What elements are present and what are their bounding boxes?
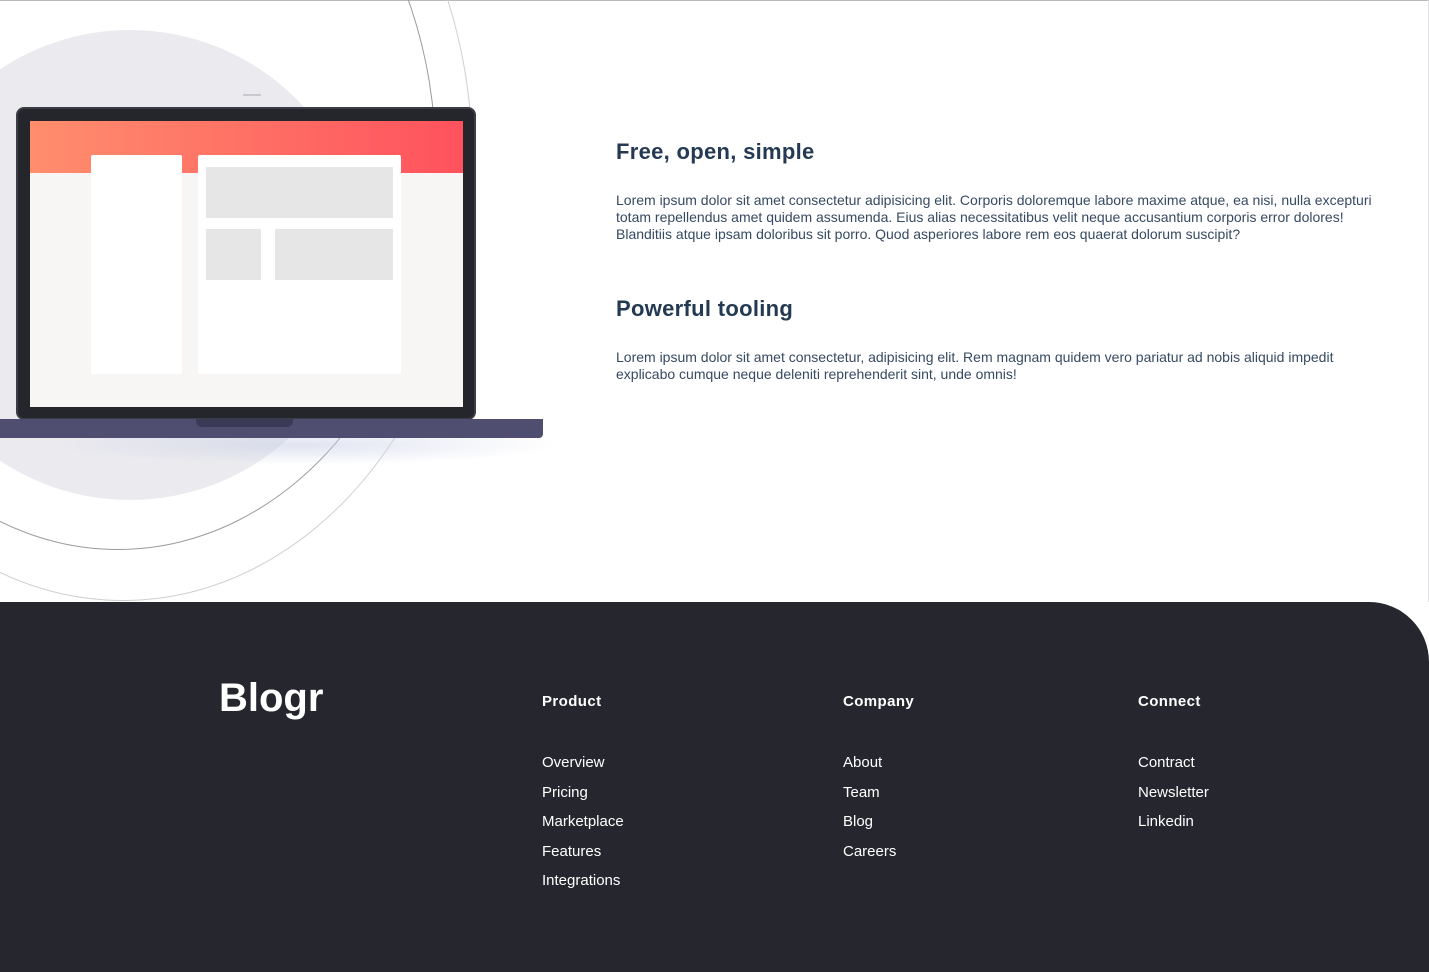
footer-link-about[interactable]: About xyxy=(843,754,882,771)
feature-free-open-simple: Free, open, simple Lorem ipsum dolor sit… xyxy=(616,139,1376,243)
footer-link-list: Overview Pricing Marketplace Features In… xyxy=(542,754,624,902)
footer-column-heading: Connect xyxy=(1138,693,1201,710)
footer-column-heading: Product xyxy=(542,693,602,710)
screen-wide-block xyxy=(206,167,393,218)
site-footer: Blogr Product Overview Pricing Marketpla… xyxy=(0,602,1429,972)
footer-link-item: Newsletter xyxy=(1138,784,1209,814)
footer-link-pricing[interactable]: Pricing xyxy=(542,784,588,801)
screen-sidebar-card xyxy=(91,155,182,374)
laptop-screen xyxy=(30,121,463,407)
screen-medium-block xyxy=(275,229,393,280)
footer-link-features[interactable]: Features xyxy=(542,843,601,860)
footer-column-connect: Connect Contract Newsletter Linkedin xyxy=(1138,693,1209,831)
footer-link-team[interactable]: Team xyxy=(843,784,880,801)
feature-description: Lorem ipsum dolor sit amet consectetur, … xyxy=(616,349,1334,382)
laptop-lid xyxy=(16,107,476,420)
footer-link-linkedin[interactable]: Linkedin xyxy=(1138,813,1194,830)
footer-link-newsletter[interactable]: Newsletter xyxy=(1138,784,1209,801)
page: Free, open, simple Lorem ipsum dolor sit… xyxy=(0,0,1429,972)
footer-link-item: Team xyxy=(843,784,896,814)
footer-link-item: Features xyxy=(542,843,624,873)
footer-link-blog[interactable]: Blog xyxy=(843,813,873,830)
footer-column-product: Product Overview Pricing Marketplace Fea… xyxy=(542,693,624,890)
footer-link-item: Careers xyxy=(843,843,896,873)
footer-link-careers[interactable]: Careers xyxy=(843,843,896,860)
footer-link-item: About xyxy=(843,754,896,784)
footer-link-marketplace[interactable]: Marketplace xyxy=(542,813,624,830)
feature-powerful-tooling: Powerful tooling Lorem ipsum dolor sit a… xyxy=(616,296,1376,383)
footer-link-contract[interactable]: Contract xyxy=(1138,754,1195,771)
feature-title: Free, open, simple xyxy=(616,139,815,164)
screen-main-card xyxy=(198,155,401,374)
feature-title: Powerful tooling xyxy=(616,296,794,321)
footer-link-item: Linkedin xyxy=(1138,813,1209,843)
footer-link-item: Overview xyxy=(542,754,624,784)
screen-small-block xyxy=(206,229,261,280)
laptop-illustration xyxy=(0,0,600,602)
footer-column-company: Company About Team Blog Careers xyxy=(843,693,915,860)
footer-link-integrations[interactable]: Integrations xyxy=(542,872,620,889)
footer-link-item: Blog xyxy=(843,813,896,843)
footer-logo[interactable]: Blogr xyxy=(219,675,323,721)
feature-description: Lorem ipsum dolor sit amet consectetur a… xyxy=(616,192,1372,242)
footer-link-item: Marketplace xyxy=(542,813,624,843)
footer-column-heading: Company xyxy=(843,693,915,710)
footer-link-list: About Team Blog Careers xyxy=(843,754,896,872)
footer-link-item: Pricing xyxy=(542,784,624,814)
footer-link-overview[interactable]: Overview xyxy=(542,754,605,771)
footer-link-item: Integrations xyxy=(542,872,624,902)
footer-link-item: Contract xyxy=(1138,754,1209,784)
laptop-notch xyxy=(196,419,293,427)
decorative-mark xyxy=(243,94,261,96)
footer-link-list: Contract Newsletter Linkedin xyxy=(1138,754,1209,843)
